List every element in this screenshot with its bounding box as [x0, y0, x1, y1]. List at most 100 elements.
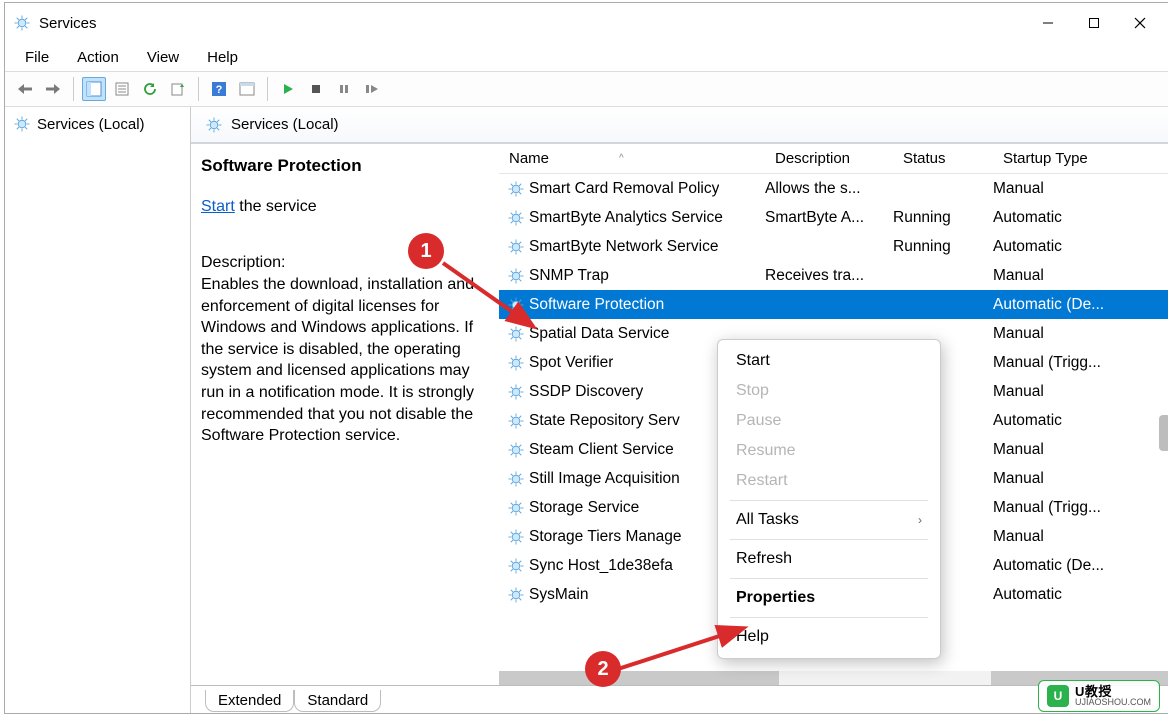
column-startup[interactable]: Startup Type: [993, 150, 1131, 167]
service-row[interactable]: Software Protection Automatic (De...: [499, 290, 1168, 319]
service-startup: Automatic: [993, 412, 1131, 430]
menu-help[interactable]: Help: [195, 47, 250, 68]
toolbar-separator: [73, 77, 74, 101]
gear-icon: [507, 441, 525, 459]
context-start[interactable]: Start: [718, 346, 940, 376]
gear-icon: [507, 180, 525, 198]
context-all-tasks[interactable]: All Tasks›: [718, 505, 940, 535]
service-name-cell: Smart Card Removal Policy: [499, 180, 765, 198]
service-row[interactable]: Smart Card Removal PolicyAllows the s...…: [499, 174, 1168, 203]
svg-text:?: ?: [216, 84, 223, 96]
tab-extended[interactable]: Extended: [205, 690, 294, 712]
service-name: Still Image Acquisition: [529, 470, 680, 488]
context-resume: Resume: [718, 436, 940, 466]
service-name: SmartByte Network Service: [529, 238, 719, 256]
gear-icon: [507, 209, 525, 227]
context-separator: [730, 578, 928, 579]
service-startup: Manual: [993, 470, 1131, 488]
service-name-cell: Software Protection: [499, 296, 765, 314]
service-row[interactable]: SmartByte Network ServiceRunningAutomati…: [499, 232, 1168, 261]
start-service-link[interactable]: Start: [201, 198, 235, 215]
restart-service-button[interactable]: [360, 77, 384, 101]
services-window: Services File Action View Help ?: [4, 2, 1168, 714]
minimize-button[interactable]: [1025, 3, 1071, 43]
menubar: File Action View Help: [5, 43, 1168, 71]
pause-service-button[interactable]: [332, 77, 356, 101]
export-button[interactable]: [166, 77, 190, 101]
gear-icon: [507, 470, 525, 488]
service-name: Smart Card Removal Policy: [529, 180, 719, 198]
context-refresh[interactable]: Refresh: [718, 544, 940, 574]
badge-2-text: 2: [585, 651, 621, 687]
context-pause: Pause: [718, 406, 940, 436]
service-name: SmartByte Analytics Service: [529, 209, 723, 227]
help-button[interactable]: ?: [207, 77, 231, 101]
annotation-badge-2: 2: [585, 651, 621, 687]
stop-service-button[interactable]: [304, 77, 328, 101]
badge-1-text: 1: [408, 233, 444, 269]
sort-indicator-icon: ^: [619, 153, 624, 164]
service-startup: Manual: [993, 383, 1131, 401]
service-startup: Automatic (De...: [993, 557, 1131, 575]
gear-icon: [507, 412, 525, 430]
service-startup: Manual: [993, 267, 1131, 285]
context-separator: [730, 539, 928, 540]
nav-forward-button[interactable]: [41, 77, 65, 101]
annotation-badge-1: 1: [408, 233, 444, 269]
service-description: Receives tra...: [765, 267, 893, 285]
column-name[interactable]: Name ^: [499, 150, 765, 167]
context-properties[interactable]: Properties: [718, 583, 940, 613]
service-name: Spatial Data Service: [529, 325, 669, 343]
column-description[interactable]: Description: [765, 150, 893, 167]
gear-icon: [507, 325, 525, 343]
service-name: Software Protection: [529, 296, 664, 314]
gear-icon: [507, 586, 525, 604]
context-help[interactable]: Help: [718, 622, 940, 652]
service-startup: Automatic: [993, 586, 1131, 604]
content-area: Services (Local) Services (Local) Softwa…: [5, 107, 1168, 713]
refresh-button[interactable]: [138, 77, 162, 101]
show-hide-console-button[interactable]: [235, 77, 259, 101]
service-startup: Automatic (De...: [993, 296, 1131, 314]
service-status: Running: [893, 209, 993, 227]
tab-standard[interactable]: Standard: [294, 690, 381, 712]
column-name-label: Name: [509, 150, 549, 167]
gear-icon: [13, 115, 31, 133]
gear-icon: [507, 499, 525, 517]
detail-pane: Software Protection Start the service De…: [191, 144, 499, 685]
toolbar-separator: [198, 77, 199, 101]
selected-service-title: Software Protection: [201, 156, 489, 176]
service-name: State Repository Serv: [529, 412, 680, 430]
service-name: Storage Service: [529, 499, 639, 517]
service-status: Running: [893, 238, 993, 256]
tree-root-item[interactable]: Services (Local): [9, 113, 186, 135]
vertical-scrollbar[interactable]: [1159, 415, 1168, 451]
description-text: Enables the download, installation and e…: [201, 274, 489, 447]
menu-view[interactable]: View: [135, 47, 191, 68]
column-status[interactable]: Status: [893, 150, 993, 167]
service-row[interactable]: SNMP Trap Receives tra... Manual: [499, 261, 1168, 290]
start-service-line: Start the service: [201, 198, 489, 216]
nav-back-button[interactable]: [13, 77, 37, 101]
gear-icon: [507, 267, 525, 285]
description-label: Description:: [201, 254, 489, 272]
right-pane-header: Services (Local): [191, 107, 1168, 143]
menu-action[interactable]: Action: [65, 47, 131, 68]
service-startup: Manual (Trigg...: [993, 499, 1131, 517]
context-restart: Restart: [718, 466, 940, 496]
context-menu: Start Stop Pause Resume Restart All Task…: [717, 339, 941, 659]
service-name: SNMP Trap: [529, 267, 609, 285]
context-stop: Stop: [718, 376, 940, 406]
properties-button[interactable]: [110, 77, 134, 101]
maximize-button[interactable]: [1071, 3, 1117, 43]
service-startup: Manual: [993, 528, 1131, 546]
window-controls: [1025, 3, 1163, 43]
start-suffix: the service: [235, 198, 317, 215]
menu-file[interactable]: File: [13, 47, 61, 68]
show-hide-tree-button[interactable]: [82, 77, 106, 101]
start-service-button[interactable]: [276, 77, 300, 101]
service-startup: Manual (Trigg...: [993, 354, 1131, 372]
service-row[interactable]: SmartByte Analytics ServiceSmartByte A..…: [499, 203, 1168, 232]
close-button[interactable]: [1117, 3, 1163, 43]
right-pane: Services (Local) Software Protection Sta…: [191, 107, 1168, 713]
